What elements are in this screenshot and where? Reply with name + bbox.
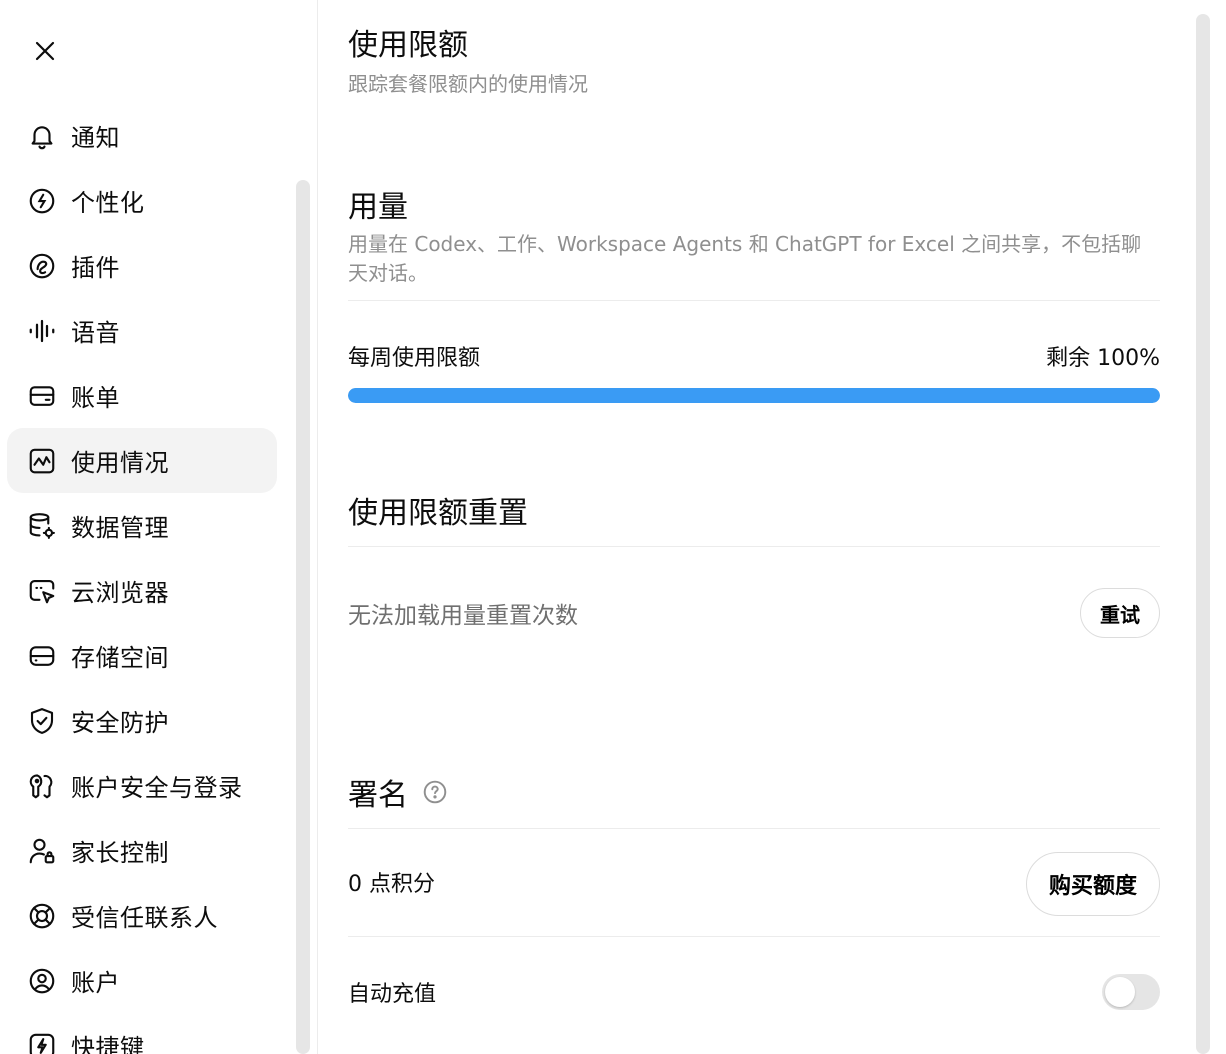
sidebar-item-storage[interactable]: 存储空间: [7, 623, 277, 688]
storage-icon: [26, 640, 58, 672]
sidebar-item-label: 账单: [71, 384, 120, 412]
lightning-icon: [26, 1030, 58, 1054]
sidebar-item-parental-controls[interactable]: 家长控制: [7, 818, 277, 883]
sidebar-item-label: 受信任联系人: [71, 904, 218, 932]
sidebar-item-cloud-browser[interactable]: 云浏览器: [7, 558, 277, 623]
divider: [348, 300, 1160, 301]
sidebar-item-label: 存储空间: [71, 644, 169, 672]
sidebar-item-label: 使用情况: [71, 449, 169, 477]
credits-balance: 0 点积分: [348, 872, 435, 897]
close-icon: [35, 41, 55, 61]
usage-settings-panel: 使用限额 跟踪套餐限额内的使用情况 用量 用量在 Codex、工作、Worksp…: [318, 0, 1226, 1054]
weekly-limit-progress: [348, 388, 1160, 403]
shield-check-icon: [26, 705, 58, 737]
buy-credits-button[interactable]: 购买额度: [1025, 852, 1160, 916]
sidebar-item-label: 账户安全与登录: [71, 774, 243, 802]
close-button[interactable]: [26, 32, 64, 70]
key-icon: [26, 770, 58, 802]
weekly-limit-remaining: 剩余 100%: [1046, 346, 1160, 371]
sidebar-item-label: 通知: [71, 124, 120, 152]
settings-nav: 通知 个性化 插件 语音 账单 使用情况 数据管理 云浏览器 存储空间 安全防护…: [7, 103, 277, 1054]
sidebar-item-label: 安全防护: [71, 709, 169, 737]
sidebar-item-label: 家长控制: [71, 839, 169, 867]
usage-section-title: 用量: [348, 190, 408, 225]
plugin-icon: [26, 250, 58, 282]
reset-error-message: 无法加载用量重置次数: [348, 603, 578, 629]
page-title: 使用限额: [348, 28, 468, 63]
sidebar-item-account[interactable]: 账户: [7, 948, 277, 1013]
sidebar-item-personalization[interactable]: 个性化: [7, 168, 277, 233]
sidebar-item-notifications[interactable]: 通知: [7, 103, 277, 168]
sidebar-item-data-controls[interactable]: 数据管理: [7, 493, 277, 558]
divider: [348, 936, 1160, 937]
sidebar-item-label: 个性化: [71, 189, 145, 217]
sidebar-item-label: 语音: [71, 319, 120, 347]
sidebar-item-security[interactable]: 安全防护: [7, 688, 277, 753]
sidebar-item-usage[interactable]: 使用情况: [7, 428, 277, 493]
help-icon[interactable]: [422, 779, 448, 805]
sidebar-item-label: 云浏览器: [71, 579, 169, 607]
reset-section-title: 使用限额重置: [348, 496, 528, 531]
weekly-limit-progress-fill: [348, 388, 1160, 403]
signature-title-text: 署名: [348, 778, 408, 813]
sidebar-item-label: 快捷键: [71, 1034, 145, 1054]
usage-description: 用量在 Codex、工作、Workspace Agents 和 ChatGPT …: [348, 232, 1142, 285]
sidebar-item-label: 账户: [71, 969, 120, 997]
personalize-icon: [26, 185, 58, 217]
parent-lock-icon: [26, 835, 58, 867]
sidebar-item-account-security[interactable]: 账户安全与登录: [7, 753, 277, 818]
sidebar-item-trusted-contacts[interactable]: 受信任联系人: [7, 883, 277, 948]
cloud-browser-icon: [26, 575, 58, 607]
voice-wave-icon: [26, 315, 58, 347]
signature-section-title: 署名: [348, 770, 448, 814]
sidebar-item-label: 数据管理: [71, 514, 169, 542]
auto-recharge-toggle[interactable]: [1102, 974, 1160, 1010]
database-gear-icon: [26, 510, 58, 542]
settings-sidebar: 通知 个性化 插件 语音 账单 使用情况 数据管理 云浏览器 存储空间 安全防护…: [0, 0, 318, 1054]
page-subtitle: 跟踪套餐限额内的使用情况: [348, 72, 588, 96]
weekly-limit-label: 每周使用限额: [348, 346, 481, 371]
sidebar-item-label: 插件: [71, 254, 120, 282]
sidebar-item-plugins[interactable]: 插件: [7, 233, 277, 298]
main-scrollbar[interactable]: [1196, 14, 1210, 1054]
divider: [348, 546, 1160, 547]
toggle-knob: [1105, 977, 1135, 1007]
sidebar-item-shortcuts[interactable]: 快捷键: [7, 1013, 277, 1054]
retry-button[interactable]: 重试: [1080, 588, 1160, 638]
sidebar-item-billing[interactable]: 账单: [7, 363, 277, 428]
card-icon: [26, 380, 58, 412]
divider: [348, 828, 1160, 829]
user-circle-icon: [26, 965, 58, 997]
lifebuoy-icon: [26, 900, 58, 932]
sidebar-item-voice[interactable]: 语音: [7, 298, 277, 363]
sidebar-scrollbar[interactable]: [296, 180, 310, 1054]
chart-icon: [26, 445, 58, 477]
auto-recharge-label: 自动充值: [348, 982, 437, 1007]
bell-icon: [26, 120, 58, 152]
